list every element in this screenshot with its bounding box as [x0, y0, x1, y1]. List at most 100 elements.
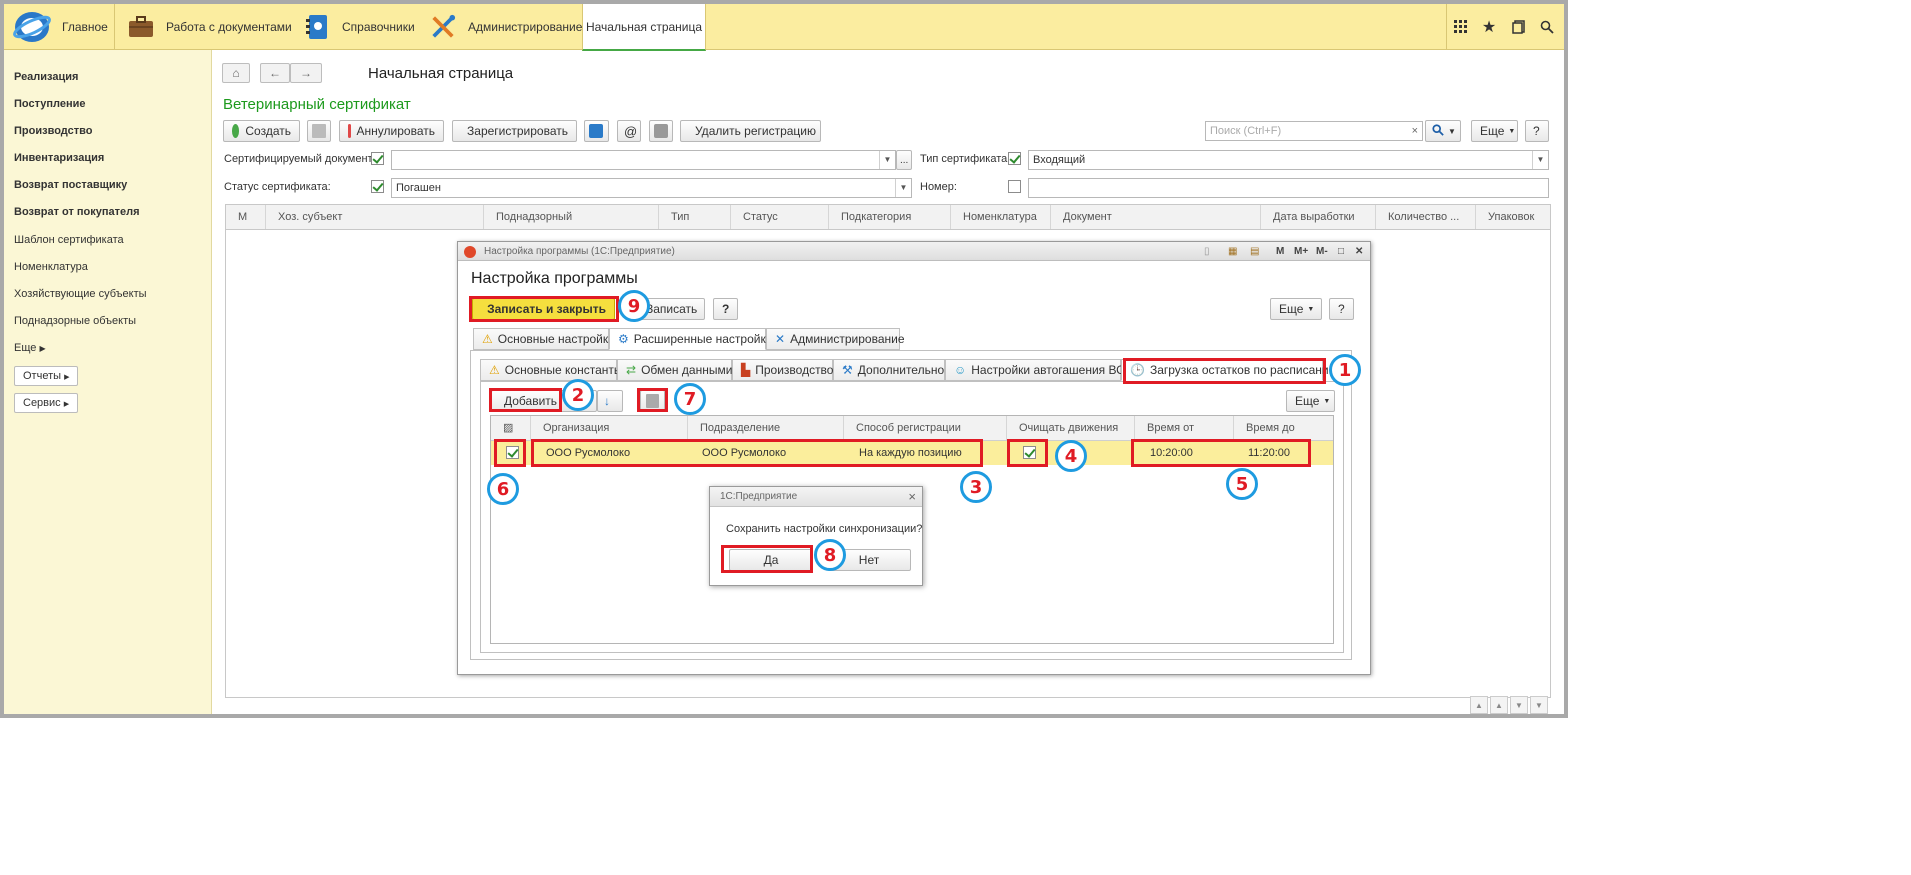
tab-basic-settings[interactable]: ⚠ Основные настройки	[473, 328, 615, 350]
calendar-icon[interactable]: ▤	[1250, 242, 1259, 261]
register-label: Зарегистрировать	[467, 124, 568, 138]
print-button[interactable]	[649, 120, 673, 142]
email-button[interactable]: @	[617, 120, 641, 142]
select-button[interactable]: ...	[896, 150, 912, 170]
highlight-box	[489, 388, 562, 412]
scroll-down-button[interactable]: ▼	[1510, 696, 1528, 714]
search-icon[interactable]	[1536, 16, 1558, 38]
forward-button[interactable]: →	[290, 63, 322, 83]
help-button[interactable]: ?	[1525, 120, 1549, 142]
search-button[interactable]: ▼	[1425, 120, 1461, 142]
back-button[interactable]: ←	[260, 63, 290, 83]
nav-references[interactable]: Справочники	[304, 4, 415, 50]
clear-icon[interactable]: ×	[1412, 122, 1418, 140]
apps-grid-icon[interactable]	[1450, 16, 1472, 38]
calculator-icon[interactable]: ▦	[1228, 242, 1237, 261]
subtab-constants[interactable]: ⚠ Основные константы	[480, 359, 623, 381]
tab-advanced-settings[interactable]: ⚙ Расширенные настройки	[609, 328, 772, 350]
microscope-button[interactable]	[584, 120, 609, 142]
logo-1c-icon[interactable]	[12, 9, 52, 45]
column-header[interactable]: Статус	[731, 205, 829, 229]
annul-button[interactable]: Аннулировать	[339, 120, 444, 142]
sidebar-item-more[interactable]: Еще ▶	[14, 342, 46, 354]
chevron-down-icon[interactable]: ▼	[1532, 151, 1548, 169]
number-field[interactable]	[1028, 178, 1549, 198]
column-header[interactable]: Способ регистрации	[844, 416, 1007, 440]
status-field[interactable]: Погашен ▼	[391, 178, 912, 198]
sidebar-item-nomenclature[interactable]: Номенклатура	[14, 261, 88, 273]
column-header[interactable]: Документ	[1051, 205, 1261, 229]
nav-admin[interactable]: Администрирование	[430, 4, 582, 50]
memory-plus-button[interactable]: M+	[1294, 242, 1308, 261]
subtab-additional[interactable]: ⚒ Дополнительно	[833, 359, 945, 381]
register-button[interactable]: Зарегистрировать	[452, 120, 577, 142]
inner-more-button[interactable]: Еще ▼	[1286, 390, 1335, 412]
scroll-bottom-button[interactable]: ▼	[1530, 696, 1548, 714]
memory-minus-button[interactable]: M-	[1316, 242, 1328, 261]
service-button[interactable]: Сервис ▶	[14, 393, 79, 413]
nav-main[interactable]: Главное	[62, 4, 108, 50]
search-input[interactable]: Поиск (Ctrl+F) ×	[1205, 121, 1423, 141]
home-button[interactable]: ⌂	[222, 63, 250, 83]
memory-button[interactable]: M	[1276, 242, 1284, 261]
sidebar-item-return-supplier[interactable]: Возврат поставщику	[14, 179, 127, 191]
sidebar-item-production[interactable]: Производство	[14, 125, 92, 137]
create-label: Создать	[245, 124, 291, 138]
number-checkbox[interactable]	[1008, 180, 1021, 193]
status-checkbox[interactable]	[371, 180, 384, 193]
star-icon[interactable]: ★	[1478, 16, 1500, 38]
sidebar-item-sales[interactable]: Реализация	[14, 71, 78, 83]
sidebar-item-return-customer[interactable]: Возврат от покупателя	[14, 206, 140, 218]
column-header[interactable]: М	[226, 205, 266, 229]
dialog-help-button-2[interactable]: ?	[1329, 298, 1354, 320]
nav-documents[interactable]: Работа с документами	[128, 4, 292, 50]
cert-type-field[interactable]: Входящий ▼	[1028, 150, 1549, 170]
tab-administration[interactable]: ✕ Администрирование	[766, 328, 905, 350]
copy-button[interactable]	[307, 120, 331, 142]
chevron-down-icon[interactable]: ▼	[895, 179, 911, 197]
column-header[interactable]: Время до	[1234, 416, 1333, 440]
cert-type-checkbox[interactable]	[1008, 152, 1021, 165]
column-header[interactable]: Очищать движения	[1007, 416, 1135, 440]
column-header[interactable]: Тип	[659, 205, 731, 229]
reports-button[interactable]: Отчеты ▶	[14, 366, 79, 386]
sidebar-item-cert-template[interactable]: Шаблон сертификата	[14, 234, 124, 246]
tab-start-page[interactable]: Начальная страница	[582, 4, 706, 51]
maximize-icon[interactable]: □	[1338, 242, 1344, 261]
column-header[interactable]: Количество ...	[1376, 205, 1476, 229]
column-header[interactable]: Подкатегория	[829, 205, 951, 229]
close-icon[interactable]: ×	[908, 487, 916, 507]
column-header[interactable]: Подразделение	[688, 416, 844, 440]
sidebar-item-objects[interactable]: Поднадзорные объекты	[14, 315, 136, 327]
delete-registration-button[interactable]: Удалить регистрацию	[680, 120, 821, 142]
scroll-up-button[interactable]: ▲	[1490, 696, 1508, 714]
column-header[interactable]: Упаковок	[1476, 205, 1550, 229]
nav-main-label: Главное	[62, 20, 108, 34]
column-header[interactable]: Поднадзорный	[484, 205, 659, 229]
sidebar-item-inventory[interactable]: Инвентаризация	[14, 152, 104, 164]
column-header[interactable]: Организация	[531, 416, 688, 440]
create-button[interactable]: Создать	[223, 120, 300, 142]
highlight-box	[1007, 439, 1048, 467]
column-header[interactable]: Номенклатура	[951, 205, 1051, 229]
more-button[interactable]: Еще ▼	[1471, 120, 1518, 142]
close-icon[interactable]: ✕	[1355, 242, 1363, 261]
cert-doc-field[interactable]: ▼	[391, 150, 896, 170]
more-label: Еще	[1295, 394, 1320, 408]
dialog-help-button[interactable]: ?	[713, 298, 738, 320]
sidebar-item-entities[interactable]: Хозяйствующие субъекты	[14, 288, 147, 300]
link-icon[interactable]: ▯	[1204, 242, 1210, 261]
column-header[interactable]: Дата выработки	[1261, 205, 1376, 229]
history-icon[interactable]	[1508, 16, 1530, 38]
subtab-exchange[interactable]: ⇄ Обмен данными	[617, 359, 732, 381]
dialog-more-button[interactable]: Еще ▼	[1270, 298, 1322, 320]
move-down-button[interactable]: ↓	[597, 390, 623, 412]
subtab-autoclose[interactable]: ☺ Настройки автогашения ВСД	[945, 359, 1133, 381]
cert-doc-checkbox[interactable]	[371, 152, 384, 165]
chevron-down-icon[interactable]: ▼	[879, 151, 895, 169]
column-header[interactable]: Хоз. субъект	[266, 205, 484, 229]
column-header[interactable]: Время от	[1135, 416, 1234, 440]
scroll-top-button[interactable]: ▲	[1470, 696, 1488, 714]
subtab-production[interactable]: ▙ Производство	[732, 359, 833, 381]
sidebar-item-receipts[interactable]: Поступление	[14, 98, 86, 110]
